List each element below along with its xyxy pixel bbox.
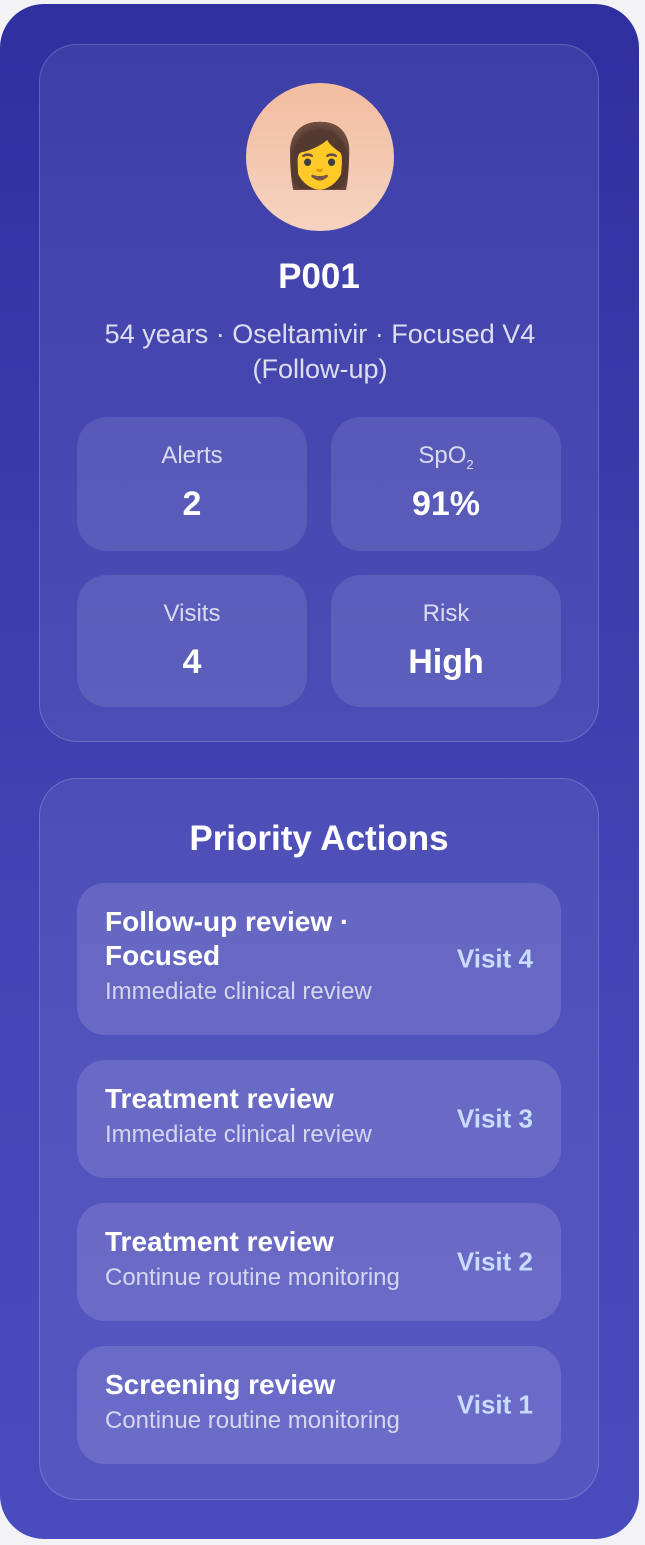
stat-spo2-label: SpO2 [331,442,561,472]
action-subtitle: Continue routine monitoring [105,1407,400,1434]
priority-action-item[interactable]: Screening review Continue routine monito… [77,1346,561,1464]
action-title: Follow-up review · Focused [105,906,350,971]
action-text: Screening review Continue routine monito… [105,1368,425,1437]
stat-spo2-label-sub: 2 [466,457,474,472]
avatar: 👩 [246,83,394,231]
action-visit-label: Visit 3 [456,1103,533,1134]
action-title: Screening review [105,1369,336,1400]
action-subtitle: Immediate clinical review [105,1121,372,1148]
priority-action-item[interactable]: Follow-up review · Focused Immediate cli… [77,883,561,1035]
priority-actions-card: Priority Actions Follow-up review · Focu… [39,778,599,1500]
stat-risk-label: Risk [422,600,470,627]
woman-avatar-icon: 👩 [281,122,359,191]
stat-alerts-value: 2 [182,485,202,523]
stat-spo2: SpO2 91% [331,417,561,551]
patient-summary-panel: 👩 P001 54 years · Oseltamivir · Focused … [0,4,639,1539]
stat-spo2-label-main: SpO [418,442,467,469]
action-title: Treatment review [105,1226,334,1257]
stat-risk: Risk High [331,575,561,707]
action-visit-label: Visit 1 [456,1389,533,1420]
action-subtitle: Continue routine monitoring [105,1264,400,1291]
action-text: Treatment review Continue routine monito… [105,1225,425,1294]
action-subtitle: Immediate clinical review [105,978,372,1005]
stat-alerts-label: Alerts [161,442,223,469]
priority-action-item[interactable]: Treatment review Continue routine monito… [77,1203,561,1321]
action-text: Follow-up review · Focused Immediate cli… [105,905,425,1008]
priority-actions-title: Priority Actions [189,819,449,858]
stat-spo2-value: 91% [411,485,481,523]
patient-id: P001 [278,257,360,296]
action-text: Treatment review Immediate clinical revi… [105,1082,425,1151]
action-title: Treatment review [105,1083,334,1114]
patient-meta: 54 years · Oseltamivir · Focused V4 (Fol… [104,319,536,384]
action-visit-label: Visit 2 [456,1246,533,1277]
stat-visits-value: 4 [182,643,202,681]
action-visit-label: Visit 4 [456,943,533,974]
stat-risk-value: High [408,643,484,681]
stat-visits-label: Visits [163,600,221,627]
stat-alerts: Alerts 2 [77,417,307,551]
stat-visits: Visits 4 [77,575,307,707]
priority-action-item[interactable]: Treatment review Immediate clinical revi… [77,1060,561,1178]
patient-profile-card: 👩 P001 54 years · Oseltamivir · Focused … [39,44,599,742]
